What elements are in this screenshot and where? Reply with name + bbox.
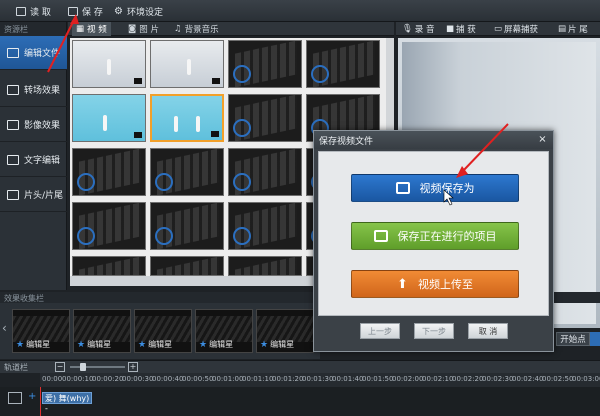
annotation-arrow-save — [47, 19, 75, 73]
annotation-overlay — [47, 14, 509, 206]
annotation-arrow-dialog — [461, 123, 509, 173]
mouse-cursor-icon — [443, 189, 454, 206]
annotation-arrowhead — [70, 14, 79, 24]
